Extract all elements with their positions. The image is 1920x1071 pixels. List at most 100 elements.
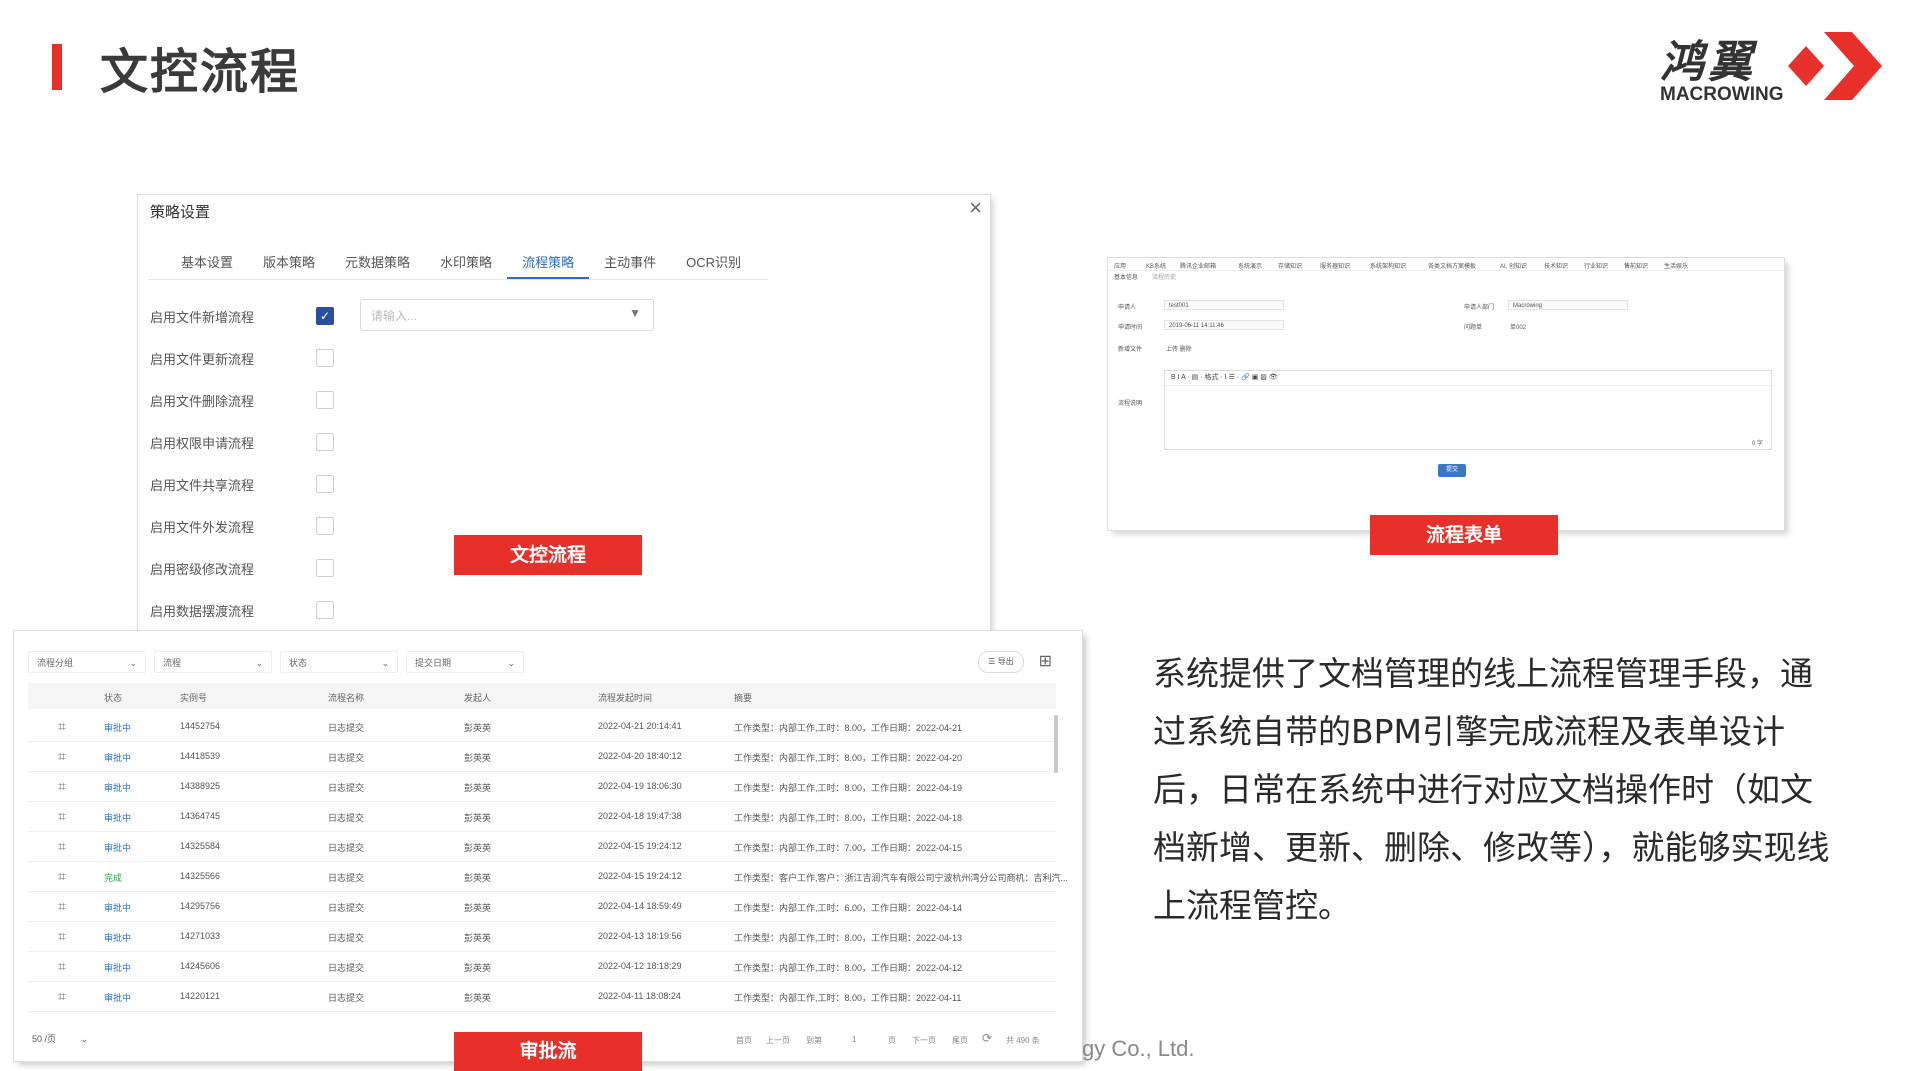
- tab-workflow[interactable]: 流程策略: [507, 251, 590, 279]
- grid-view-icon[interactable]: ⊞: [1039, 651, 1052, 671]
- file-actions[interactable]: 上传 删除: [1166, 344, 1192, 353]
- cell-id: 14325584: [180, 841, 221, 851]
- cell-summary: 工作类型：内部工作,工时：6.00，工作日期：2022-04-14: [734, 903, 963, 913]
- filter-status[interactable]: 状态 ⌄: [280, 651, 398, 673]
- cell-status[interactable]: 完成: [104, 871, 122, 884]
- cell-status[interactable]: 审批中: [104, 811, 131, 824]
- table-row[interactable]: ⌗ 审批中 14271033 日志提交 彭英英 2022-04-13 18:19:56 工作…: [28, 921, 1056, 952]
- chevron-down-icon: ⌄: [129, 658, 137, 668]
- bookmark[interactable]: 存储知识: [1278, 261, 1302, 270]
- rich-text-editor[interactable]: B I A · ▤ · 格式 · I ☰ · 🔗 ▣ ▨ 👁 0 字: [1164, 370, 1772, 450]
- bookmark[interactable]: 技术知识: [1544, 261, 1568, 270]
- bookmark[interactable]: AI, 创知识: [1500, 261, 1527, 270]
- option-label: 启用文件共享流程: [150, 478, 255, 493]
- editor-toolbar[interactable]: B I A · ▤ · 格式 · I ☰ · 🔗 ▣ ▨ 👁: [1165, 371, 1771, 386]
- table-header: 状态 实例号 流程名称 发起人 流程发起时间 摘要: [28, 683, 1056, 709]
- workflow-icon: ⌗: [58, 988, 66, 1004]
- table-row[interactable]: ⌗ 审批中 14452754 日志提交 彭英英 2022-04-21 20:14:41 工作…: [28, 711, 1056, 742]
- cell-id: 14295756: [180, 901, 221, 911]
- col-time: 流程发起时间: [598, 693, 653, 703]
- cell-status[interactable]: 审批中: [104, 901, 131, 914]
- cell-status[interactable]: 审批中: [104, 721, 131, 734]
- dept-field[interactable]: Macrowing: [1508, 300, 1628, 310]
- pager-last[interactable]: 尾页: [952, 1035, 968, 1046]
- cell-name: 日志提交: [328, 903, 365, 913]
- bookmark[interactable]: 售前知识: [1624, 261, 1648, 270]
- cell-initiator: 彭英英: [464, 723, 492, 733]
- option-label: 启用文件外发流程: [150, 520, 255, 535]
- checkbox-classification[interactable]: [316, 559, 334, 577]
- tab-version[interactable]: 版本策略: [248, 251, 330, 277]
- close-icon[interactable]: ×: [969, 195, 982, 221]
- cell-summary: 工作类型：内部工作,工时：8.00，工作日期：2022-04-19: [734, 783, 963, 793]
- bookmark[interactable]: KB系统: [1146, 261, 1166, 270]
- pager-next[interactable]: 下一页: [912, 1035, 936, 1046]
- submit-button[interactable]: 提交: [1438, 464, 1466, 477]
- table-row[interactable]: ⌗ 审批中 14418539 日志提交 彭英英 2022-04-20 18:40:12 工作…: [28, 741, 1056, 772]
- tab-metadata[interactable]: 元数据策略: [330, 251, 425, 277]
- workflow-select[interactable]: 请输入... ▼: [360, 299, 654, 331]
- cell-name: 日志提交: [328, 933, 365, 943]
- checkbox-permission[interactable]: [316, 433, 334, 451]
- table-row[interactable]: ⌗ 审批中 14325584 日志提交 彭英英 2022-04-15 19:24:12 工作…: [28, 831, 1056, 862]
- cell-summary: 工作类型：内部工作,工时：8.00，工作日期：2022-04-11: [734, 993, 962, 1003]
- bookmark[interactable]: 服务器知识: [1320, 261, 1350, 270]
- table-row[interactable]: ⌗ 审批中 14364745 日志提交 彭英英 2022-04-18 19:47:38 工作…: [28, 801, 1056, 832]
- pager-prev[interactable]: 上一页: [766, 1035, 790, 1046]
- cell-status[interactable]: 审批中: [104, 781, 131, 794]
- pager-page-input[interactable]: 1: [852, 1035, 856, 1044]
- logo-arrow-icon: [1788, 32, 1882, 100]
- bookmark[interactable]: 系统架构知识: [1370, 261, 1406, 270]
- checkbox-update-file[interactable]: [316, 349, 334, 367]
- cell-time: 2022-04-21 20:14:41: [598, 721, 682, 731]
- cell-name: 日志提交: [328, 783, 365, 793]
- table-row[interactable]: ⌗ 审批中 14295756 日志提交 彭英英 2022-04-14 18:59:49 工作…: [28, 891, 1056, 922]
- form-tab-history[interactable]: 流程历史: [1152, 272, 1176, 281]
- cell-status[interactable]: 审批中: [104, 931, 131, 944]
- tab-ocr[interactable]: OCR识别: [671, 251, 756, 277]
- checkbox-delete-file[interactable]: [316, 391, 334, 409]
- checkbox-external[interactable]: [316, 517, 334, 535]
- page-size-select[interactable]: 50 /页 ⌄: [32, 1029, 98, 1049]
- filter-process[interactable]: 流程 ⌄: [154, 651, 272, 673]
- table-row[interactable]: ⌗ 审批中 14220121 日志提交 彭英英 2022-04-11 18:08:24 工作…: [28, 981, 1056, 1012]
- cell-initiator: 彭英英: [464, 993, 492, 1003]
- brand-logo: 鸿翼 MACROWING: [1660, 26, 1890, 106]
- filter-date[interactable]: 提交日期 ⌄: [406, 651, 524, 673]
- cell-status[interactable]: 审批中: [104, 841, 131, 854]
- export-button[interactable]: ☰ 导出: [978, 651, 1024, 673]
- workflow-form-screenshot: 应用 KB系统 腾讯企业邮箱 系统演示 存储知识 服务器知识 系统架构知识 各类…: [1108, 258, 1784, 530]
- cell-status[interactable]: 审批中: [104, 991, 131, 1004]
- tab-events[interactable]: 主动事件: [589, 251, 671, 277]
- bookmark[interactable]: 生活娱乐: [1664, 261, 1688, 270]
- cell-status[interactable]: 审批中: [104, 961, 131, 974]
- filter-group[interactable]: 流程分组 ⌄: [28, 651, 146, 673]
- form-tab-basic[interactable]: 基本信息: [1114, 272, 1138, 281]
- table-row[interactable]: ⌗ 审批中 14245606 日志提交 彭英英 2022-04-12 18:18:29 工作…: [28, 951, 1056, 982]
- col-name: 流程名称: [328, 693, 365, 703]
- bookmark[interactable]: 系统演示: [1238, 261, 1262, 270]
- checkbox-ferry[interactable]: [316, 601, 334, 619]
- refresh-icon[interactable]: ⟳: [982, 1031, 992, 1045]
- bookmark[interactable]: 腾讯企业邮箱: [1180, 261, 1216, 270]
- cell-status[interactable]: 审批中: [104, 751, 131, 764]
- bookmark[interactable]: 应用: [1114, 261, 1126, 270]
- scrollbar[interactable]: [1054, 715, 1058, 773]
- bookmark[interactable]: 各类文档方案模板: [1428, 261, 1476, 270]
- pager-total: 共 490 条: [1006, 1036, 1040, 1045]
- applicant-field[interactable]: test001: [1164, 300, 1284, 310]
- checkbox-new-file[interactable]: ✓: [316, 307, 334, 325]
- table-row[interactable]: ⌗ 审批中 14388925 日志提交 彭英英 2022-04-19 18:06:30 工作…: [28, 771, 1056, 802]
- pager-first[interactable]: 首页: [736, 1035, 752, 1046]
- time-field[interactable]: 2019-06-11 14:11:46: [1164, 320, 1284, 330]
- policy-tabs: 基本设置 版本策略 元数据策略 水印策略 流程策略 主动事件 OCR识别: [166, 251, 756, 279]
- tab-watermark[interactable]: 水印策略: [425, 251, 507, 277]
- tab-basic[interactable]: 基本设置: [166, 251, 248, 277]
- bookmark-toolbar: 应用 KB系统 腾讯企业邮箱 系统演示 存储知识 服务器知识 系统架构知识 各类…: [1108, 258, 1784, 271]
- bookmark[interactable]: 行业知识: [1584, 261, 1608, 270]
- table-row[interactable]: ⌗ 完成 14325566 日志提交 彭英英 2022-04-15 19:24:12 工作类…: [28, 861, 1068, 892]
- workflow-icon: ⌗: [58, 898, 66, 914]
- checkbox-share[interactable]: [316, 475, 334, 493]
- cell-initiator: 彭英英: [464, 843, 492, 853]
- applicant-label: 申请人: [1118, 305, 1137, 311]
